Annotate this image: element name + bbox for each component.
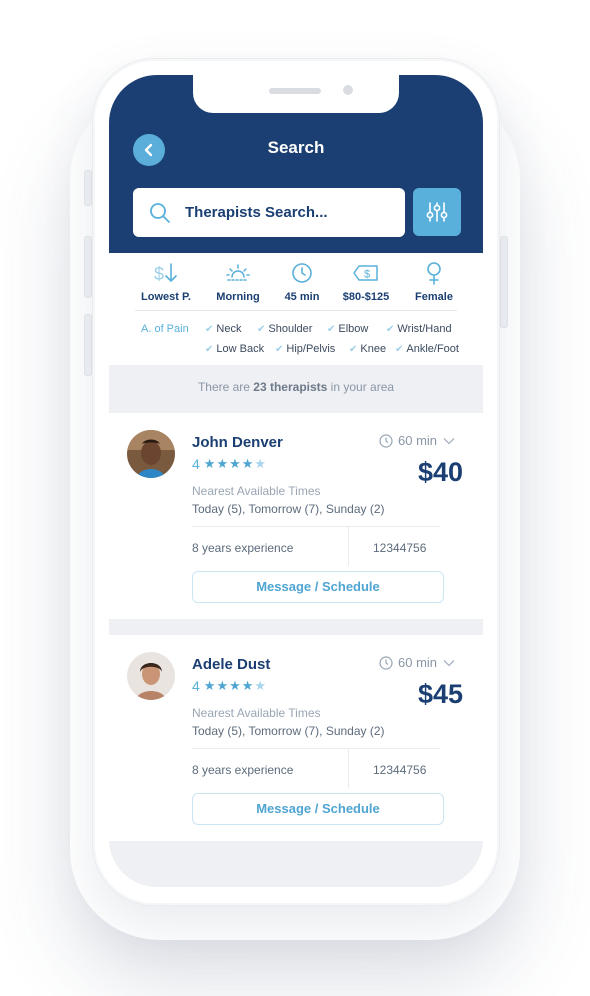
volume-down-button	[84, 314, 92, 376]
filter-gender[interactable]: Female	[397, 261, 471, 303]
check-icon: ✔	[257, 324, 266, 335]
message-schedule-button[interactable]: Message / Schedule	[192, 793, 444, 825]
rating-value: 4	[192, 456, 200, 472]
card-divider-vertical	[348, 748, 349, 788]
clock-icon	[379, 655, 393, 670]
available-times: Today (5), Tomorrow (7), Sunday (2)	[192, 502, 385, 516]
filter-label: $80-$125	[342, 291, 390, 303]
availability-label: Nearest Available Times	[192, 484, 321, 498]
volume-up-button	[84, 236, 92, 298]
therapist-name: John Denver	[192, 434, 283, 451]
check-icon: ✔	[327, 324, 336, 335]
filter-price-range[interactable]: $ $80-$125	[329, 261, 403, 303]
filter-settings-button[interactable]	[413, 188, 461, 236]
price-sort-icon: $	[154, 263, 177, 284]
rating: 4 ★★★★★	[192, 678, 267, 694]
check-icon: ✔	[205, 344, 214, 355]
female-icon	[427, 262, 441, 285]
license-number: 12344756	[373, 541, 427, 555]
pain-tag-wrist-hand[interactable]: ✔ Wrist/Hand	[386, 323, 452, 335]
mute-switch	[84, 170, 92, 206]
filter-lowest-price[interactable]: $ Lowest P.	[129, 261, 203, 303]
check-icon: ✔	[205, 324, 214, 335]
avatar	[127, 652, 175, 700]
svg-text:$: $	[364, 269, 370, 281]
pain-tag-hip-pelvis[interactable]: ✔ Hip/Pelvis	[275, 343, 335, 355]
pain-tag-ankle-foot[interactable]: ✔ Ankle/Foot	[395, 343, 459, 355]
availability-label: Nearest Available Times	[192, 706, 321, 720]
svg-text:$: $	[154, 264, 164, 284]
therapist-name: Adele Dust	[192, 656, 271, 673]
pain-tag-shoulder[interactable]: ✔ Shoulder	[257, 323, 312, 335]
card-divider-vertical	[348, 526, 349, 566]
filter-label: Lowest P.	[141, 291, 191, 303]
duration-value: 60 min	[398, 655, 438, 670]
filter-divider	[135, 310, 457, 311]
card-divider	[192, 748, 440, 749]
pain-tag-neck[interactable]: ✔ Neck	[205, 323, 241, 335]
filter-morning[interactable]: Morning	[201, 261, 275, 303]
star-rating-icon: ★★★★★	[203, 456, 268, 471]
clock-icon	[379, 433, 393, 448]
chevron-down-icon	[443, 659, 455, 666]
pain-tag-elbow[interactable]: ✔ Elbow	[327, 323, 368, 335]
check-icon: ✔	[395, 344, 404, 355]
search-input-value: Therapists Search...	[185, 204, 328, 221]
experience: 8 years experience	[192, 541, 294, 555]
filter-label: Female	[415, 291, 453, 303]
pain-tag-low-back[interactable]: ✔ Low Back	[205, 343, 264, 355]
filter-duration[interactable]: 45 min	[265, 261, 339, 303]
message-schedule-button[interactable]: Message / Schedule	[192, 571, 444, 603]
search-input[interactable]: Therapists Search...	[133, 188, 405, 237]
pain-area-label: A. of Pain	[141, 323, 189, 335]
therapist-card[interactable]: Adele Dust 4 ★★★★★ 60 min $45 Nearest Av…	[109, 635, 483, 841]
chevron-down-icon	[443, 437, 455, 444]
clock-icon	[292, 263, 312, 283]
price: $45	[417, 679, 463, 709]
price-tag-icon: $	[353, 265, 378, 281]
sunrise-icon	[226, 264, 250, 281]
power-button	[500, 236, 508, 328]
duration-value: 60 min	[398, 433, 438, 448]
page-title: Search	[267, 138, 325, 157]
filter-label: 45 min	[284, 291, 320, 303]
duration-select[interactable]: 60 min	[379, 655, 455, 670]
check-icon: ✔	[349, 344, 358, 355]
avatar	[127, 430, 175, 478]
filter-bar: $ Lowest P. Morning 45 min $ $80-$125 Fe…	[109, 253, 483, 365]
app-screen: Search Therapists Search... $ Lowest P. …	[109, 75, 483, 887]
search-icon	[150, 202, 170, 223]
rating: 4 ★★★★★	[192, 456, 267, 472]
star-rating-icon: ★★★★★	[203, 678, 268, 693]
license-number: 12344756	[373, 763, 427, 777]
price: $40	[417, 457, 463, 487]
check-icon: ✔	[275, 344, 284, 355]
camera	[343, 85, 353, 95]
filter-label: Morning	[216, 291, 260, 303]
speaker	[269, 88, 321, 94]
duration-select[interactable]: 60 min	[379, 433, 455, 448]
results-count: There are 23 therapists in your area	[109, 365, 483, 411]
experience: 8 years experience	[192, 763, 294, 777]
therapist-card[interactable]: John Denver 4 ★★★★★ 60 min $40 Nearest A…	[109, 413, 483, 619]
header: Search Therapists Search...	[109, 75, 483, 253]
sliders-icon	[426, 202, 448, 222]
pain-tag-knee[interactable]: ✔ Knee	[349, 343, 386, 355]
phone-notch	[193, 75, 399, 113]
card-divider	[192, 526, 440, 527]
available-times: Today (5), Tomorrow (7), Sunday (2)	[192, 724, 385, 738]
rating-value: 4	[192, 678, 200, 694]
check-icon: ✔	[386, 324, 395, 335]
